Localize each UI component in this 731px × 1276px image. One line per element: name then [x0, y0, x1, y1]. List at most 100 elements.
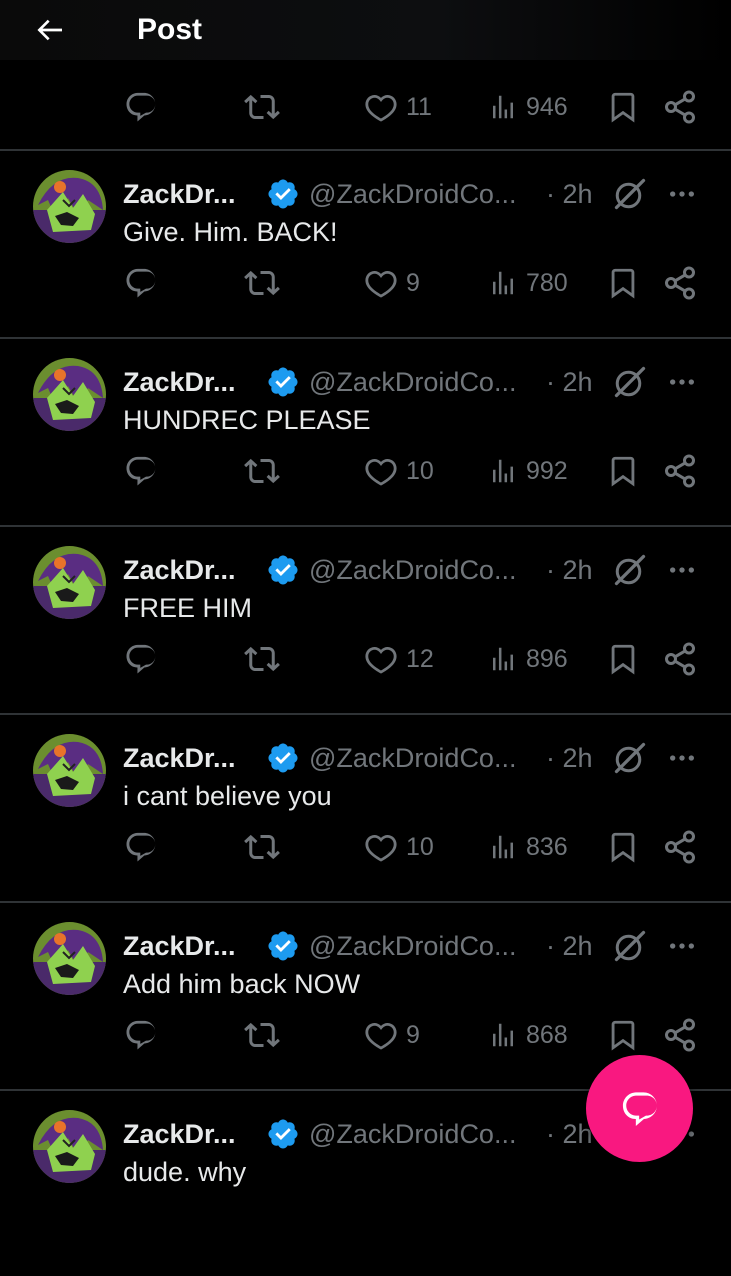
views-count: 868	[526, 1020, 568, 1049]
views-count: 896	[526, 644, 568, 673]
share-button[interactable]	[662, 82, 698, 132]
views-button[interactable]: 780	[488, 258, 568, 308]
author-handle[interactable]: @ZackDroidCo...	[309, 742, 516, 774]
repost-button[interactable]	[244, 634, 280, 684]
like-button[interactable]: 11	[364, 82, 432, 132]
compose-reply-button[interactable]	[586, 1055, 693, 1162]
like-button[interactable]: 10	[364, 446, 434, 496]
reply-button[interactable]	[124, 82, 158, 132]
reply-button[interactable]	[124, 258, 158, 308]
author-name[interactable]: ZackDr...	[123, 1118, 236, 1150]
repost-button[interactable]	[244, 446, 280, 496]
views-button[interactable]: 992	[488, 446, 568, 496]
post-actions: 9 868	[0, 1010, 731, 1060]
like-button[interactable]: 9	[364, 258, 420, 308]
post-text: Add him back NOW	[123, 969, 361, 999]
views-button[interactable]: 946	[488, 82, 568, 132]
more-icon[interactable]	[664, 554, 700, 586]
reply-button[interactable]	[124, 822, 158, 872]
verified-badge-icon	[268, 179, 298, 209]
share-icon	[665, 266, 695, 300]
avatar[interactable]	[33, 358, 106, 431]
author-name[interactable]: ZackDr...	[123, 366, 236, 398]
more-icon[interactable]	[664, 930, 700, 962]
repost-icon	[244, 270, 280, 296]
bookmark-button[interactable]	[606, 822, 640, 872]
post-item[interactable]: ZackDr... @ZackDroidCo... · 2h Give. Him. B…	[0, 150, 731, 336]
post-actions: 10 992	[0, 446, 731, 496]
more-icon[interactable]	[664, 742, 700, 774]
share-button[interactable]	[662, 258, 698, 308]
post-time: · 2h	[546, 555, 593, 585]
share-button[interactable]	[662, 634, 698, 684]
author-name[interactable]: ZackDr...	[123, 930, 236, 962]
views-icon	[493, 647, 513, 671]
views-count: 780	[526, 268, 568, 297]
verified-badge-icon	[268, 1119, 298, 1149]
repost-button[interactable]	[244, 822, 280, 872]
grok-icon[interactable]	[612, 364, 648, 400]
share-icon	[665, 830, 695, 864]
views-count: 836	[526, 832, 568, 861]
like-button[interactable]: 9	[364, 1010, 420, 1060]
bookmark-button[interactable]	[606, 1010, 640, 1060]
reply-icon	[126, 644, 156, 674]
back-button[interactable]	[30, 10, 70, 50]
like-button[interactable]: 12	[364, 634, 434, 684]
bookmark-button[interactable]	[606, 82, 640, 132]
share-button[interactable]	[662, 446, 698, 496]
post-time: · 2h	[546, 1119, 593, 1149]
repost-button[interactable]	[244, 258, 280, 308]
views-button[interactable]: 896	[488, 634, 568, 684]
views-icon	[493, 271, 513, 295]
avatar[interactable]	[33, 922, 106, 995]
reply-icon	[126, 456, 156, 486]
author-name[interactable]: ZackDr...	[123, 742, 236, 774]
views-button[interactable]: 836	[488, 822, 568, 872]
post-item[interactable]: ZackDr... @ZackDroidCo... · 2h HUNDREC PLEA…	[0, 338, 731, 524]
author-handle[interactable]: @ZackDroidCo...	[309, 554, 516, 586]
reply-icon	[126, 1020, 156, 1050]
bookmark-button[interactable]	[606, 258, 640, 308]
views-icon	[493, 459, 513, 483]
grok-icon[interactable]	[612, 928, 648, 964]
bookmark-icon	[611, 832, 635, 863]
bookmark-button[interactable]	[606, 634, 640, 684]
author-name[interactable]: ZackDr...	[123, 554, 236, 586]
bookmark-button[interactable]	[606, 446, 640, 496]
like-button[interactable]: 10	[364, 822, 434, 872]
author-handle[interactable]: @ZackDroidCo...	[309, 178, 516, 210]
avatar[interactable]	[33, 546, 106, 619]
more-icon[interactable]	[664, 178, 700, 210]
heart-icon	[365, 1022, 397, 1050]
grok-icon[interactable]	[612, 740, 648, 776]
post-item[interactable]: ZackDr... @ZackDroidCo... · 2h i cant belie…	[0, 714, 731, 900]
views-icon	[493, 95, 513, 119]
avatar[interactable]	[33, 170, 106, 243]
post-item[interactable]: ZackDr... @ZackDroidCo... · 2h FREE HIM 12 89…	[0, 526, 731, 712]
views-button[interactable]: 868	[488, 1010, 568, 1060]
author-handle[interactable]: @ZackDroidCo...	[309, 930, 516, 962]
share-button[interactable]	[662, 1010, 698, 1060]
views-count: 946	[526, 92, 568, 121]
grok-icon[interactable]	[612, 176, 648, 212]
reply-button[interactable]	[124, 634, 158, 684]
share-button[interactable]	[662, 822, 698, 872]
arrow-left-icon	[37, 19, 62, 41]
reply-button[interactable]	[124, 1010, 158, 1060]
more-icon[interactable]	[664, 366, 700, 398]
author-handle[interactable]: @ZackDroidCo...	[309, 1118, 516, 1150]
repost-icon	[244, 458, 280, 484]
post-text: i cant believe you	[123, 781, 332, 811]
repost-button[interactable]	[244, 1010, 280, 1060]
like-count: 11	[406, 92, 432, 121]
avatar[interactable]	[33, 1110, 106, 1183]
author-name[interactable]: ZackDr...	[123, 178, 236, 210]
repost-icon	[244, 94, 280, 120]
repost-button[interactable]	[244, 82, 280, 132]
grok-icon[interactable]	[612, 552, 648, 588]
reply-button[interactable]	[124, 446, 158, 496]
author-handle[interactable]: @ZackDroidCo...	[309, 366, 516, 398]
avatar[interactable]	[33, 734, 106, 807]
verified-badge-icon	[268, 743, 298, 773]
